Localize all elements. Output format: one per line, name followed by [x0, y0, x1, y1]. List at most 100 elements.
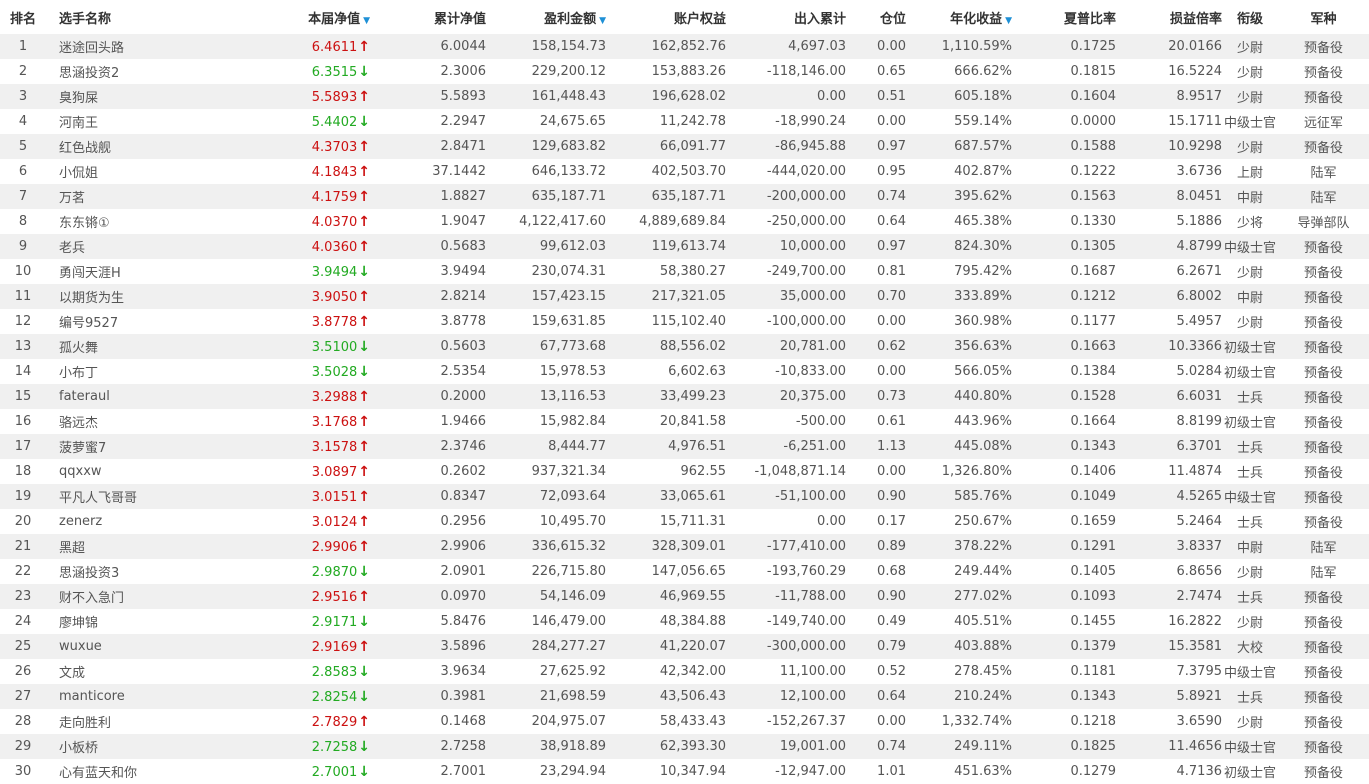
sort-down-icon[interactable]: ▼	[599, 16, 606, 26]
name-text[interactable]: 走向胜利	[59, 716, 111, 731]
table-row[interactable]: 2 思涵投资2 6.3515↓ 2.3006 229,200.12 153,883.26 -…	[0, 59, 1369, 84]
table-row[interactable]: 6 小侃姐 4.1843↑ 37.1442 646,133.72 402,503.70 -4…	[0, 159, 1369, 184]
table-row[interactable]: 27 manticore 2.8254↓ 0.3981 21,698.59 43,506.…	[0, 684, 1369, 709]
name-text[interactable]: 东东锵①	[59, 216, 110, 231]
cell-name[interactable]: 红色战舰	[46, 134, 260, 159]
table-row[interactable]: 8 东东锵① 4.0370↑ 1.9047 4,122,417.60 4,889,689.…	[0, 209, 1369, 234]
cell-name[interactable]: 孤火舞	[46, 334, 260, 359]
name-text[interactable]: wuxue	[59, 639, 102, 654]
name-text[interactable]: 红色战舰	[59, 141, 111, 156]
cell-name[interactable]: 东东锵①	[46, 209, 260, 234]
name-text[interactable]: qqxxw	[59, 464, 102, 479]
table-row[interactable]: 19 平凡人飞哥哥 3.0151↑ 0.8347 72,093.64 33,065.61 -…	[0, 484, 1369, 509]
name-text[interactable]: 小板桥	[59, 741, 98, 756]
sort-down-icon[interactable]: ▼	[363, 16, 370, 26]
header-profit[interactable]: 盈利金额 ▼	[486, 0, 606, 34]
table-row[interactable]: 28 走向胜利 2.7829↑ 0.1468 204,975.07 58,433.43 -1…	[0, 709, 1369, 734]
table-row[interactable]: 30 心有蓝天和你 2.7001↓ 2.7001 23,294.94 10,347.94-…	[0, 759, 1369, 784]
name-text[interactable]: 骆远杰	[59, 416, 98, 431]
cell-name[interactable]: 财不入急门	[46, 584, 260, 609]
table-row[interactable]: 7 万茗 4.1759↑ 1.8827 635,187.71 635,187.71 -200…	[0, 184, 1369, 209]
name-text[interactable]: 小侃姐	[59, 166, 98, 181]
table-row[interactable]: 1 迷途回头路 6.4611↑ 6.0044 158,154.73 162,852.76 4…	[0, 34, 1369, 59]
table-row[interactable]: 26 文成 2.8583↓ 3.9634 27,625.92 42,342.00 11,10…	[0, 659, 1369, 684]
name-text[interactable]: manticore	[59, 689, 125, 704]
header-grade[interactable]: 衔级	[1222, 0, 1278, 34]
name-text[interactable]: 黑超	[59, 541, 85, 556]
table-row[interactable]: 21 黑超 2.9906↑ 2.9906 336,615.32 328,309.01 -17…	[0, 534, 1369, 559]
cell-name[interactable]: qqxxw	[46, 459, 260, 484]
name-text[interactable]: 迷途回头路	[59, 41, 124, 56]
cell-name[interactable]: 廖坤锦	[46, 609, 260, 634]
cell-name[interactable]: 河南王	[46, 109, 260, 134]
table-row[interactable]: 22 思涵投资3 2.9870↓ 2.0901 226,715.80 147,056.65…	[0, 559, 1369, 584]
header-equity[interactable]: 账户权益	[606, 0, 726, 34]
cell-name[interactable]: 心有蓝天和你	[46, 759, 260, 784]
header-position[interactable]: 仓位	[846, 0, 906, 34]
name-text[interactable]: 以期货为生	[59, 291, 124, 306]
cell-name[interactable]: 以期货为生	[46, 284, 260, 309]
header-pl-ratio[interactable]: 损益倍率	[1116, 0, 1222, 34]
table-row[interactable]: 23 财不入急门 2.9516↑ 0.0970 54,146.09 46,969.55 -1…	[0, 584, 1369, 609]
name-text[interactable]: 编号9527	[59, 316, 118, 331]
cell-name[interactable]: 骆远杰	[46, 409, 260, 434]
header-sharpe[interactable]: 夏普比率	[1012, 0, 1116, 34]
cell-name[interactable]: 文成	[46, 659, 260, 684]
table-row[interactable]: 24 廖坤锦 2.9171↓ 5.8476 146,479.00 48,384.88 -14…	[0, 609, 1369, 634]
cell-name[interactable]: 思涵投资2	[46, 59, 260, 84]
cell-name[interactable]: fateraul	[46, 384, 260, 409]
cell-name[interactable]: manticore	[46, 684, 260, 709]
cell-name[interactable]: 编号9527	[46, 309, 260, 334]
cell-name[interactable]: 小侃姐	[46, 159, 260, 184]
cell-name[interactable]: 平凡人飞哥哥	[46, 484, 260, 509]
name-text[interactable]: 臭狗屎	[59, 91, 98, 106]
table-row[interactable]: 11 以期货为生 3.9050↑ 2.8214 157,423.15 217,321.05…	[0, 284, 1369, 309]
table-row[interactable]: 10 勇闯天涯H 3.9494↓ 3.9494 230,074.31 58,380.27-…	[0, 259, 1369, 284]
table-row[interactable]: 25 wuxue 2.9169↑ 3.5896 284,277.27 41,220.07 -…	[0, 634, 1369, 659]
header-name[interactable]: 选手名称	[46, 0, 260, 34]
name-text[interactable]: 思涵投资2	[59, 66, 119, 81]
table-row[interactable]: 14 小布丁 3.5028↓ 2.5354 15,978.53 6,602.63 -10,8…	[0, 359, 1369, 384]
cell-name[interactable]: 思涵投资3	[46, 559, 260, 584]
header-cum-nav[interactable]: 累计净值	[380, 0, 486, 34]
name-text[interactable]: 文成	[59, 666, 85, 681]
table-row[interactable]: 9 老兵 4.0360↑ 0.5683 99,612.03 119,613.74 10,00…	[0, 234, 1369, 259]
cell-name[interactable]: 黑超	[46, 534, 260, 559]
table-row[interactable]: 3 臭狗屎 5.5893↑ 5.5893 161,448.43 196,628.02 0.0…	[0, 84, 1369, 109]
name-text[interactable]: 孤火舞	[59, 341, 98, 356]
table-row[interactable]: 20 zenerz 3.0124↑ 0.2956 10,495.70 15,711.31 0…	[0, 509, 1369, 534]
table-row[interactable]: 29 小板桥 2.7258↓ 2.7258 38,918.89 62,393.30 19,0…	[0, 734, 1369, 759]
cell-name[interactable]: 迷途回头路	[46, 34, 260, 59]
table-row[interactable]: 15 fateraul 3.2988↑ 0.2000 13,116.53 33,499.2…	[0, 384, 1369, 409]
cell-name[interactable]: wuxue	[46, 634, 260, 659]
name-text[interactable]: 勇闯天涯H	[59, 266, 121, 281]
cell-name[interactable]: zenerz	[46, 509, 260, 534]
cell-name[interactable]: 臭狗屎	[46, 84, 260, 109]
table-row[interactable]: 16 骆远杰 3.1768↑ 1.9466 15,982.84 20,841.58 -500…	[0, 409, 1369, 434]
cell-name[interactable]: 走向胜利	[46, 709, 260, 734]
cell-name[interactable]: 菠萝蜜7	[46, 434, 260, 459]
cell-name[interactable]: 小布丁	[46, 359, 260, 384]
name-text[interactable]: 万茗	[59, 191, 85, 206]
cell-name[interactable]: 小板桥	[46, 734, 260, 759]
name-text[interactable]: 思涵投资3	[59, 566, 119, 581]
name-text[interactable]: 平凡人飞哥哥	[59, 491, 137, 506]
header-flow[interactable]: 出入累计	[726, 0, 846, 34]
name-text[interactable]: 财不入急门	[59, 591, 124, 606]
name-text[interactable]: 老兵	[59, 241, 85, 256]
table-row[interactable]: 5 红色战舰 4.3703↑ 2.8471 129,683.82 66,091.77 -86…	[0, 134, 1369, 159]
name-text[interactable]: 心有蓝天和你	[59, 766, 137, 781]
header-rank[interactable]: 排名	[0, 0, 46, 34]
table-row[interactable]: 12 编号9527 3.8778↑ 3.8778 159,631.85 115,102.4…	[0, 309, 1369, 334]
table-row[interactable]: 18 qqxxw 3.0897↑ 0.2602 937,321.34 962.55 -1,0…	[0, 459, 1369, 484]
table-row[interactable]: 4 河南王 5.4402↓ 2.2947 24,675.65 11,242.78 -18,9…	[0, 109, 1369, 134]
name-text[interactable]: zenerz	[59, 514, 102, 529]
table-row[interactable]: 17 菠萝蜜7 3.1578↑ 2.3746 8,444.77 4,976.51 -6,25…	[0, 434, 1369, 459]
header-branch[interactable]: 军种	[1278, 0, 1369, 34]
cell-name[interactable]: 老兵	[46, 234, 260, 259]
name-text[interactable]: 菠萝蜜7	[59, 441, 106, 456]
name-text[interactable]: 小布丁	[59, 366, 98, 381]
header-annual[interactable]: 年化收益 ▼	[906, 0, 1012, 34]
cell-name[interactable]: 万茗	[46, 184, 260, 209]
cell-name[interactable]: 勇闯天涯H	[46, 259, 260, 284]
